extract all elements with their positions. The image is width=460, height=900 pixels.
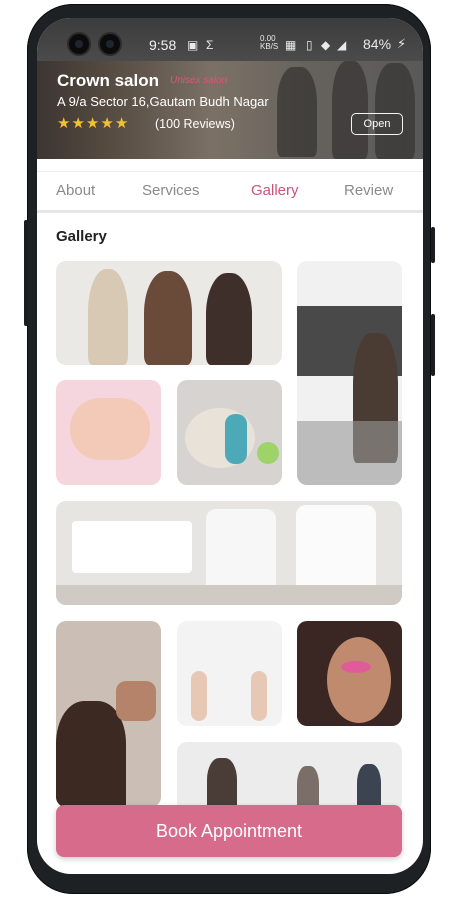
salon-address: A 9/a Sector 16,Gautam Budh Nagar [57, 94, 269, 109]
front-camera-icon [69, 34, 89, 54]
star-icon: ★ [114, 115, 130, 132]
salon-tagline: Unisex salon [170, 75, 228, 86]
side-button-right-bottom [431, 314, 435, 376]
star-icon: ★ [57, 115, 72, 132]
rating-stars: ★★★★★ [57, 114, 129, 132]
gallery-image-makeup[interactable] [297, 621, 402, 726]
charging-icon: ⚡ [397, 36, 407, 51]
signal-icon: ◢ [337, 38, 347, 52]
network-speed: 0.00 KB/S [260, 34, 279, 51]
gallery-image-salon-floor[interactable] [177, 742, 402, 812]
vibrate-icon: ▯ [306, 38, 313, 52]
tab-services[interactable]: Services [142, 182, 200, 199]
gallery-image-hair-styling[interactable] [56, 621, 161, 807]
gallery-image-manicure[interactable] [56, 380, 161, 485]
tab-bar: About Services Gallery Review [37, 171, 423, 213]
battery-percent: 84% [363, 36, 392, 52]
gallery-image-stylists-team[interactable] [56, 261, 282, 365]
star-icon: ★ [85, 115, 101, 132]
open-status-button[interactable]: Open [351, 113, 403, 135]
star-icon: ★ [100, 115, 115, 132]
review-count[interactable]: (100 Reviews) [155, 117, 235, 131]
screen: Crown salon Unisex salon A 9/a Sector 16… [37, 18, 423, 874]
sigma-notification-icon: Σ [206, 38, 214, 52]
tab-about[interactable]: About [56, 182, 95, 199]
gallery-image-pedicure-station[interactable] [56, 501, 402, 605]
gallery-image-hair-tools[interactable] [177, 621, 282, 726]
gallery-heading: Gallery [56, 228, 107, 245]
tab-review[interactable]: Review [344, 182, 393, 199]
book-appointment-button[interactable]: Book Appointment [56, 805, 402, 857]
side-button-right-top [431, 227, 435, 263]
side-button-left [24, 220, 28, 326]
gallery-image-facial-treatment[interactable] [177, 380, 282, 485]
gallery-notification-icon: ▣ [187, 38, 199, 52]
star-icon: ★ [71, 115, 86, 132]
wifi-icon: ◆ [321, 38, 331, 52]
gallery-image-salon-interior[interactable] [297, 261, 402, 485]
hd-volte-icon: ▦ [285, 38, 297, 52]
tab-gallery[interactable]: Gallery [251, 182, 299, 199]
status-bar: 9:58 ▣ Σ 0.00 KB/S ▦ ▯ ◆ ◢ 84% ⚡ [37, 18, 423, 76]
front-camera-icon [100, 34, 120, 54]
status-time: 9:58 [149, 37, 177, 53]
